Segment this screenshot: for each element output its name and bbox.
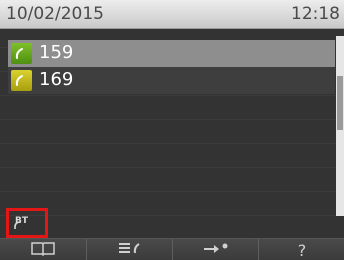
help-icon: ? [297, 240, 307, 260]
scrollbar-thumb[interactable] [337, 76, 343, 130]
softkey-directory[interactable] [0, 239, 86, 260]
softkey-bar: ? [0, 238, 344, 260]
list-call-icon [116, 240, 144, 260]
phone-screen: 10/02/2015 12:18 159 169 BT ? [0, 0, 344, 260]
book-icon [30, 240, 56, 260]
status-date: 10/02/2015 [6, 4, 104, 24]
call-list-item[interactable]: 159 [8, 40, 335, 67]
call-list-item[interactable]: 169 [8, 67, 335, 94]
call-number: 169 [39, 69, 74, 90]
softkey-help[interactable]: ? [258, 239, 344, 260]
handset-icon [11, 43, 32, 64]
indicator-label: BT [15, 216, 28, 226]
handset-icon [11, 70, 32, 91]
softkey-call-list[interactable] [86, 239, 173, 260]
status-bar: 10/02/2015 12:18 [0, 0, 344, 29]
softkey-transfer[interactable] [172, 239, 259, 260]
status-time: 12:18 [291, 4, 340, 24]
transfer-icon [201, 240, 231, 260]
call-number: 159 [39, 42, 74, 63]
bluetooth-indicator: BT [6, 208, 48, 238]
scrollbar[interactable] [336, 36, 344, 216]
